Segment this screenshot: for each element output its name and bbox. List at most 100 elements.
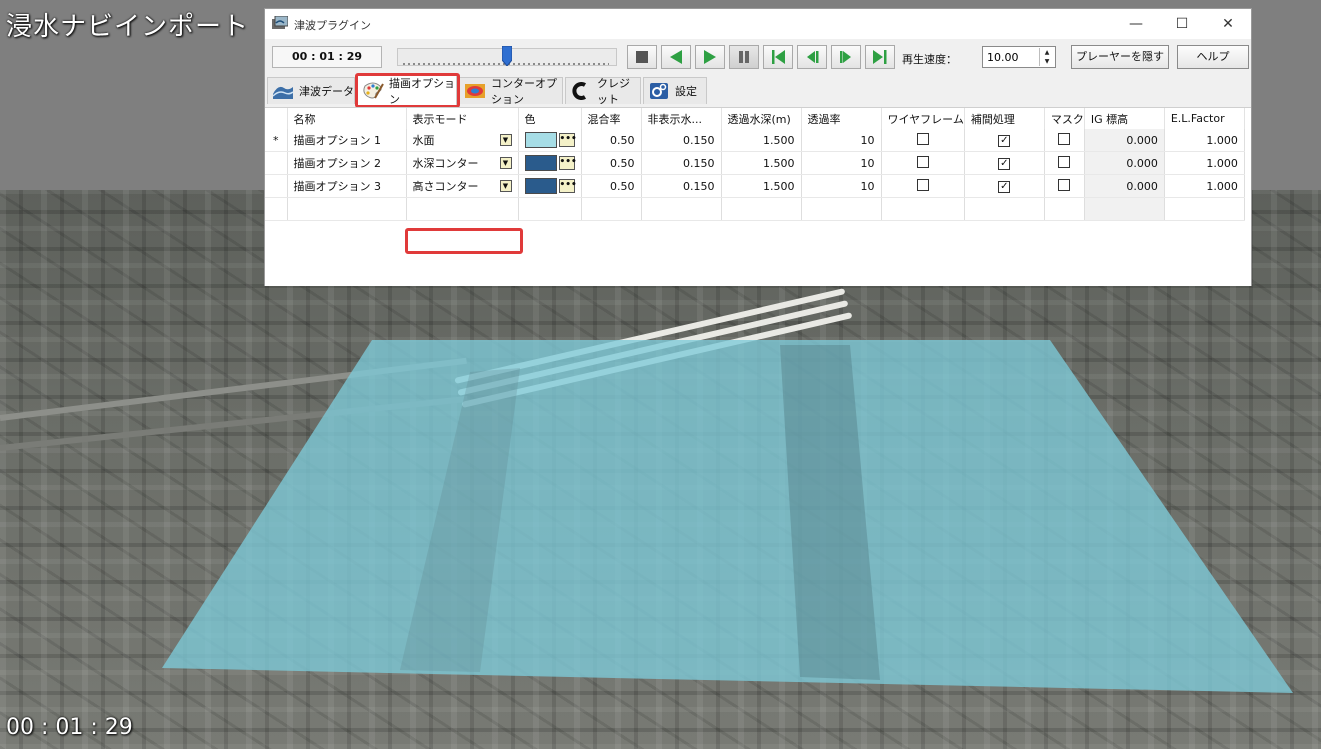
display-mode-combo[interactable]: 水深コンター ▼ xyxy=(406,151,519,175)
color-picker-ellipsis-icon[interactable]: ••• xyxy=(558,156,577,170)
column-header[interactable]: 補間処理 xyxy=(964,108,1045,129)
transparent-depth-cell[interactable]: 1.500 xyxy=(721,174,802,198)
spin-up-icon[interactable]: ▲ xyxy=(1040,48,1054,57)
tab-contour-options[interactable]: コンターオプション xyxy=(459,77,563,106)
option-name-cell[interactable]: 描画オプション 2 xyxy=(287,151,407,175)
column-header[interactable]: 混合率 xyxy=(581,108,642,129)
wave-icon xyxy=(272,86,294,99)
interpolation-cell[interactable]: ✓ xyxy=(964,151,1045,175)
interpolation-cell[interactable]: ✓ xyxy=(964,129,1045,152)
column-header[interactable]: E.L.Factor xyxy=(1164,108,1245,129)
transparency-cell[interactable]: 10 xyxy=(801,174,882,198)
wireframe-cell[interactable] xyxy=(881,174,965,198)
interpolation-cell[interactable]: ✓ xyxy=(964,174,1045,198)
option-name-cell[interactable]: 描画オプション 1 xyxy=(287,129,407,152)
maximize-button[interactable]: ☐ xyxy=(1159,9,1205,39)
mask-checkbox[interactable] xyxy=(1058,178,1071,191)
hide-depth-cell[interactable]: 0.150 xyxy=(641,129,722,152)
first-frame-button[interactable] xyxy=(763,45,793,69)
transparency-cell[interactable]: 10 xyxy=(801,129,882,152)
speed-spin-buttons[interactable]: ▲ ▼ xyxy=(1039,48,1054,66)
wireframe-cell[interactable] xyxy=(881,151,965,175)
speed-input[interactable] xyxy=(985,49,1041,65)
ig-elevation-cell[interactable]: 0.000 xyxy=(1084,151,1165,175)
interpolation-checkbox[interactable]: ✓ xyxy=(998,135,1011,147)
speed-spinbox[interactable]: ▲ ▼ xyxy=(982,46,1056,68)
title-bar[interactable]: 津波プラグイン — ☐ ✕ xyxy=(265,9,1251,39)
mask-checkbox[interactable] xyxy=(1058,132,1071,145)
help-button[interactable]: ヘルプ xyxy=(1177,45,1249,69)
table-row[interactable]: 描画オプション 3 高さコンター ▼ ••• 0.50 0.150 1.500 … xyxy=(265,174,1245,198)
tab-label: クレジット xyxy=(597,77,630,106)
empty-row xyxy=(265,197,1245,221)
column-header[interactable]: 名称 xyxy=(287,108,407,129)
interpolation-checkbox[interactable]: ✓ xyxy=(998,158,1011,170)
column-header[interactable]: 色 xyxy=(518,108,582,129)
blend-rate-cell[interactable]: 0.50 xyxy=(581,129,642,152)
blend-rate-cell[interactable]: 0.50 xyxy=(581,174,642,198)
mask-checkbox[interactable] xyxy=(1058,155,1071,168)
table-row[interactable]: * 描画オプション 1 水面 ▼ ••• 0.50 0.150 1.500 10… xyxy=(265,129,1245,152)
transparent-depth-cell[interactable]: 1.500 xyxy=(721,129,802,152)
stop-button[interactable] xyxy=(627,45,657,69)
dropdown-arrow-icon[interactable]: ▼ xyxy=(499,157,512,169)
display-mode-combo[interactable]: 水面 ▼ xyxy=(406,129,519,152)
column-header[interactable]: 透過水深(m) xyxy=(721,108,802,129)
column-header[interactable]: 透過率 xyxy=(801,108,882,129)
table-row[interactable]: 描画オプション 2 水深コンター ▼ ••• 0.50 0.150 1.500 … xyxy=(265,151,1245,175)
color-picker-ellipsis-icon[interactable]: ••• xyxy=(558,179,577,193)
dropdown-arrow-icon[interactable]: ▼ xyxy=(499,134,512,146)
option-name-cell[interactable]: 描画オプション 3 xyxy=(287,174,407,198)
color-cell[interactable]: ••• xyxy=(518,129,582,152)
color-picker-ellipsis-icon[interactable]: ••• xyxy=(558,133,577,147)
column-header[interactable]: 表示モード xyxy=(406,108,519,129)
ig-elevation-cell[interactable]: 0.000 xyxy=(1084,129,1165,152)
column-header[interactable]: IG 標高 xyxy=(1084,108,1165,129)
wireframe-cell[interactable] xyxy=(881,129,965,152)
close-button[interactable]: ✕ xyxy=(1205,9,1251,39)
ig-elevation-cell[interactable]: 0.000 xyxy=(1084,174,1165,198)
el-factor-cell[interactable]: 1.000 xyxy=(1164,174,1245,198)
color-swatch[interactable] xyxy=(524,132,557,148)
wireframe-checkbox[interactable] xyxy=(916,132,929,145)
column-header[interactable]: マスク xyxy=(1044,108,1085,129)
color-swatch[interactable] xyxy=(524,178,557,194)
column-header[interactable]: ワイヤフレーム xyxy=(881,108,965,129)
pause-button[interactable] xyxy=(729,45,759,69)
hide-depth-cell[interactable]: 0.150 xyxy=(641,151,722,175)
hide-player-button[interactable]: プレーヤーを隠す xyxy=(1071,45,1169,69)
display-mode-combo[interactable]: 高さコンター ▼ xyxy=(406,174,519,198)
color-cell[interactable]: ••• xyxy=(518,174,582,198)
tab-settings[interactable]: 設定 xyxy=(643,77,707,104)
interpolation-checkbox[interactable]: ✓ xyxy=(998,181,1011,193)
transparency-cell[interactable]: 10 xyxy=(801,151,882,175)
column-header[interactable] xyxy=(265,108,288,129)
mask-cell[interactable] xyxy=(1044,151,1085,175)
table-header-row: 名称 表示モード 色 混合率 非表示水... 透過水深(m) 透過率 ワイヤフレ… xyxy=(265,108,1245,129)
tab-credit[interactable]: クレジット xyxy=(565,77,641,106)
el-factor-cell[interactable]: 1.000 xyxy=(1164,151,1245,175)
dropdown-arrow-icon[interactable]: ▼ xyxy=(499,180,512,192)
play-reverse-button[interactable] xyxy=(661,45,691,69)
timeline-slider[interactable] xyxy=(397,46,617,66)
step-back-button[interactable] xyxy=(797,45,827,69)
column-header[interactable]: 非表示水... xyxy=(641,108,722,129)
wireframe-checkbox[interactable] xyxy=(916,178,929,191)
minimize-button[interactable]: — xyxy=(1113,9,1159,39)
mask-cell[interactable] xyxy=(1044,174,1085,198)
hide-depth-cell[interactable]: 0.150 xyxy=(641,174,722,198)
mask-cell[interactable] xyxy=(1044,129,1085,152)
play-button[interactable] xyxy=(695,45,725,69)
skip-to-end-icon xyxy=(873,50,887,64)
tab-tsunami-data[interactable]: 津波データ xyxy=(267,77,355,104)
color-cell[interactable]: ••• xyxy=(518,151,582,175)
step-forward-button[interactable] xyxy=(831,45,861,69)
transparent-depth-cell[interactable]: 1.500 xyxy=(721,151,802,175)
color-swatch[interactable] xyxy=(524,155,557,171)
el-factor-cell[interactable]: 1.000 xyxy=(1164,129,1245,152)
wireframe-checkbox[interactable] xyxy=(916,155,929,168)
slider-thumb[interactable] xyxy=(502,46,512,66)
last-frame-button[interactable] xyxy=(865,45,895,69)
spin-down-icon[interactable]: ▼ xyxy=(1040,57,1054,66)
blend-rate-cell[interactable]: 0.50 xyxy=(581,151,642,175)
